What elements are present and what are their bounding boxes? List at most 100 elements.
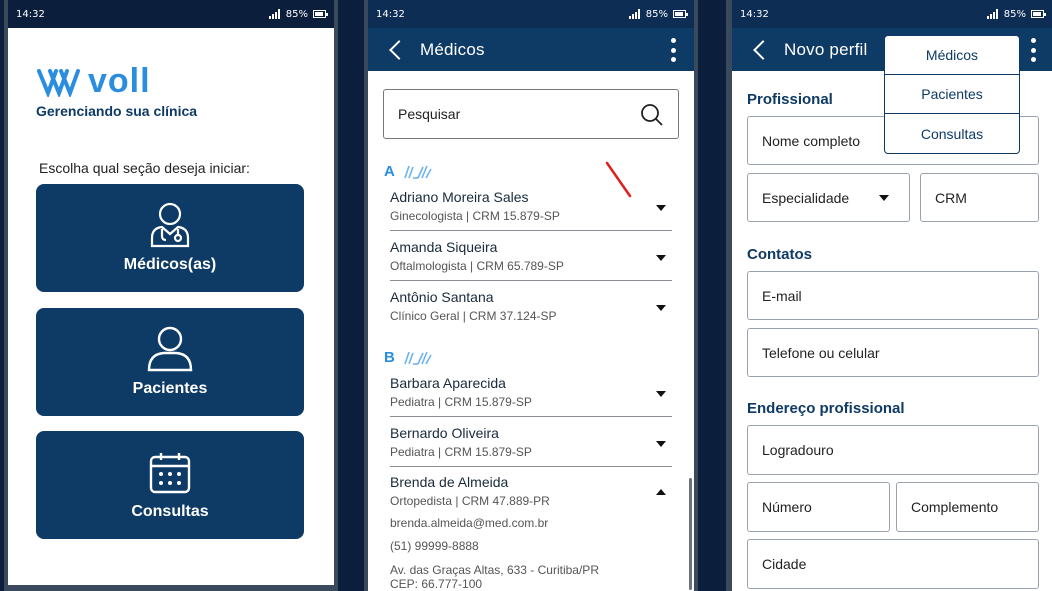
section-profissional: Profissional [747, 91, 833, 108]
medicos-screen: 14:32 85% Médicos Pesquisar A Adriano Mo… [368, 0, 694, 591]
search-input[interactable]: Pesquisar [383, 89, 679, 139]
app-bar: Médicos [368, 28, 694, 71]
doctor-name: Barbara Aparecida [390, 375, 506, 391]
list-item[interactable]: Barbara Aparecida Pediatra | CRM 15.879-… [390, 375, 672, 409]
person-icon [147, 326, 193, 372]
section-prompt: Escolha qual seção deseja iniciar: [39, 160, 250, 176]
expand-icon[interactable] [656, 205, 666, 211]
list-item-expanded[interactable]: Brenda de Almeida Ortopedista | CRM 47.8… [390, 474, 672, 591]
logo-text: voll [88, 62, 151, 100]
logo-mark-icon [404, 351, 432, 365]
doctor-specialty: Pediatra | CRM 15.879-SP [390, 445, 532, 459]
tagline: Gerenciando sua clínica [36, 103, 198, 119]
back-arrow-icon[interactable] [750, 40, 770, 60]
logo-mark-icon [37, 68, 80, 97]
medicos-button[interactable]: Médicos(as) [36, 184, 304, 292]
doctor-specialty: Ortopedista | CRM 47.889-PR [390, 494, 550, 508]
complemento-field[interactable]: Complemento [896, 482, 1039, 532]
battery-icon [673, 10, 688, 18]
doctor-specialty: Oftalmologista | CRM 65.789-SP [390, 259, 564, 273]
especialidade-select[interactable]: Especialidade [747, 173, 910, 222]
search-placeholder: Pesquisar [398, 106, 461, 122]
telefone-field[interactable]: Telefone ou celular [747, 328, 1039, 377]
doctor-name: Bernardo Oliveira [390, 425, 499, 441]
menu-item-consultas[interactable]: Consultas [885, 114, 1019, 153]
email-placeholder: E-mail [762, 287, 802, 304]
list-item[interactable]: Bernardo Oliveira Pediatra | CRM 15.879-… [390, 425, 672, 459]
section-contatos: Contatos [747, 246, 812, 263]
cidade-field[interactable]: Cidade [747, 539, 1039, 589]
search-icon[interactable] [640, 103, 664, 127]
battery-icon [313, 10, 328, 18]
consultas-button[interactable]: Consultas [36, 431, 304, 539]
more-vert-icon[interactable] [670, 38, 676, 62]
numero-placeholder: Número [762, 499, 812, 515]
battery-percent: 85% [1003, 8, 1026, 20]
expand-icon[interactable] [656, 255, 666, 261]
doctor-name: Amanda Siqueira [390, 239, 498, 255]
doctor-cep: CEP: 66.777-100 [390, 577, 483, 591]
pacientes-button[interactable]: Pacientes [36, 308, 304, 416]
email-field[interactable]: E-mail [747, 271, 1039, 320]
nome-placeholder: Nome completo [762, 132, 861, 149]
phone-medicos: 14:32 85% Médicos Pesquisar A Adriano Mo… [364, 0, 698, 591]
scrollbar[interactable] [689, 478, 692, 590]
especialidade-placeholder: Especialidade [762, 189, 850, 206]
page-title: Novo perfil [784, 39, 868, 59]
page-title: Médicos [420, 39, 485, 59]
battery-icon [1031, 10, 1046, 18]
pacientes-button-label: Pacientes [132, 380, 208, 397]
phone-novo-perfil: 14:32 85% Novo perfil Profissional Nome … [726, 0, 1052, 591]
crm-placeholder: CRM [935, 189, 967, 206]
doctor-phone: (51) 99999-8888 [390, 539, 479, 553]
home-screen: 14:32 85% voll Gerenciando sua clínica E… [8, 0, 334, 585]
status-bar: 14:32 85% [368, 0, 694, 28]
signal-icon [268, 9, 281, 19]
group-letter-a: A [384, 163, 433, 180]
expand-icon[interactable] [656, 305, 666, 311]
list-item[interactable]: Amanda Siqueira Oftalmologista | CRM 65.… [390, 239, 672, 273]
signal-icon [628, 9, 641, 19]
doctor-specialty: Pediatra | CRM 15.879-SP [390, 395, 532, 409]
novo-perfil-screen: 14:32 85% Novo perfil Profissional Nome … [732, 0, 1052, 591]
doctor-name: Antônio Santana [390, 289, 494, 305]
group-letter-label: A [384, 163, 395, 180]
annotation-stroke [605, 161, 632, 198]
doctor-email: brenda.almeida@med.com.br [390, 516, 549, 530]
dropdown-arrow-icon [879, 195, 889, 201]
group-letter-b: B [384, 349, 433, 366]
phone-home: 14:32 85% voll Gerenciando sua clínica E… [4, 0, 338, 591]
calendar-icon [149, 453, 191, 494]
status-bar: 14:32 85% [732, 0, 1052, 28]
doctor-address: Av. das Graças Altas, 633 - Curitiba/PR [390, 563, 599, 577]
logo-mark-icon [404, 165, 432, 179]
logo: voll [36, 62, 151, 101]
back-arrow-icon[interactable] [386, 40, 406, 60]
expand-icon[interactable] [656, 391, 666, 397]
cidade-placeholder: Cidade [762, 556, 807, 572]
overflow-menu: Médicos Pacientes Consultas [884, 35, 1020, 154]
divider [390, 416, 672, 417]
expand-icon[interactable] [656, 441, 666, 447]
doctor-name: Brenda de Almeida [390, 474, 509, 490]
status-time: 14:32 [16, 8, 45, 20]
menu-item-pacientes[interactable]: Pacientes [885, 75, 1019, 114]
list-item[interactable]: Antônio Santana Clínico Geral | CRM 37.1… [390, 289, 672, 323]
telefone-placeholder: Telefone ou celular [762, 344, 880, 361]
crm-field[interactable]: CRM [920, 173, 1039, 222]
numero-field[interactable]: Número [747, 482, 890, 532]
doctor-icon [150, 202, 190, 248]
more-vert-icon[interactable] [1030, 38, 1036, 62]
section-endereco: Endereço profissional [747, 400, 905, 417]
logradouro-placeholder: Logradouro [762, 442, 834, 458]
status-bar: 14:32 85% [8, 0, 334, 28]
divider [390, 466, 672, 467]
group-letter-label: B [384, 349, 395, 366]
complemento-placeholder: Complemento [911, 499, 999, 515]
consultas-button-label: Consultas [131, 503, 209, 520]
collapse-icon[interactable] [656, 489, 666, 495]
doctor-specialty: Ginecologista | CRM 15.879-SP [390, 209, 560, 223]
menu-item-medicos[interactable]: Médicos [885, 36, 1019, 75]
status-time: 14:32 [740, 8, 769, 20]
logradouro-field[interactable]: Logradouro [747, 425, 1039, 475]
